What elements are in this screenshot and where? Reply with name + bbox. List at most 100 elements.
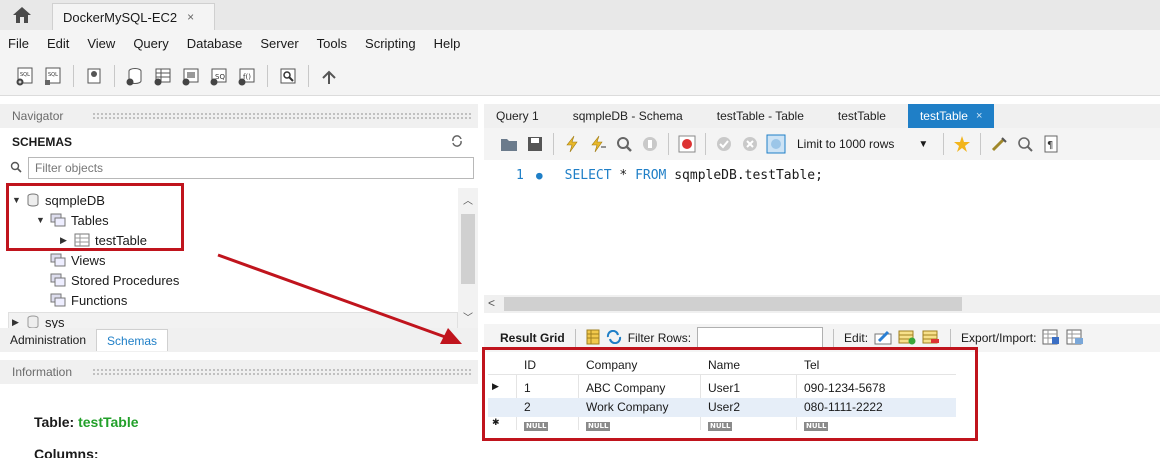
menu-file[interactable]: File — [8, 36, 29, 51]
connection-tab-label: DockerMySQL-EC2 — [63, 9, 178, 25]
navigator-title: Navigator — [12, 109, 64, 123]
title-bar: DockerMySQL-EC2 × — [0, 0, 1160, 30]
menu-server[interactable]: Server — [260, 36, 298, 51]
result-grid-label[interactable]: Result Grid — [500, 331, 565, 345]
navigator-header: Navigator — [0, 104, 478, 128]
limit-rows-select[interactable]: Limit to 1000 rows — [791, 133, 900, 155]
menu-scripting[interactable]: Scripting — [365, 36, 416, 51]
toolbar-divider — [574, 329, 576, 347]
open-folder-icon[interactable] — [498, 133, 520, 155]
header-dots — [92, 112, 472, 120]
tab-query-1[interactable]: Query 1 — [484, 104, 551, 128]
create-view-icon[interactable] — [180, 65, 202, 87]
connection-tab[interactable]: DockerMySQL-EC2 × — [52, 3, 215, 30]
execute-current-icon[interactable] — [587, 133, 609, 155]
procedures-folder-icon — [50, 273, 66, 287]
editor-tabs: Query 1 sqmpleDB - Schema testTable - Ta… — [484, 104, 1160, 128]
tree-label: Functions — [71, 292, 128, 308]
export-icon[interactable] — [1042, 329, 1060, 348]
annotation-box-tree — [6, 183, 184, 251]
svg-text:SQL: SQL — [20, 72, 30, 78]
add-snippet-icon[interactable] — [951, 133, 973, 155]
stop-on-error-icon[interactable] — [676, 133, 698, 155]
collapsed-arrow-icon[interactable]: ▶ — [12, 317, 24, 328]
new-sql-tab-icon[interactable]: SQL — [14, 65, 36, 87]
tab-testtable-active[interactable]: testTable × — [907, 104, 995, 128]
tree-item-views[interactable]: Views — [48, 250, 105, 270]
toolbar-divider — [308, 64, 309, 87]
create-schema-icon[interactable] — [124, 65, 146, 87]
scrollbar-thumb[interactable] — [461, 214, 475, 284]
commit-icon[interactable] — [713, 133, 735, 155]
sql-table-ref: sqmpleDB.testTable; — [666, 168, 823, 183]
scroll-up-icon[interactable]: ︿ — [463, 192, 473, 207]
toolbar-divider — [980, 133, 982, 155]
find-icon[interactable] — [1014, 133, 1036, 155]
filter-rows-input[interactable] — [697, 327, 824, 349]
menu-query[interactable]: Query — [133, 36, 168, 51]
code-line: 1 ● SELECT * FROM sqmpleDB.testTable; — [516, 168, 823, 183]
export-import-label: Export/Import: — [961, 331, 1037, 345]
reconnect-icon[interactable] — [318, 65, 340, 87]
information-title: Information — [12, 365, 73, 379]
create-table-icon[interactable] — [152, 65, 174, 87]
navigator-scrollbar[interactable]: ︿ ﹀ — [458, 188, 478, 328]
schemas-label: SCHEMAS — [12, 135, 73, 149]
tree-item-functions[interactable]: Functions — [48, 290, 127, 310]
svg-text:¶: ¶ — [1047, 140, 1053, 151]
info-table-line: Table: testTable — [34, 414, 139, 430]
menu-tools[interactable]: Tools — [317, 36, 347, 51]
refresh-icon[interactable] — [450, 134, 464, 151]
close-icon[interactable]: × — [187, 10, 194, 24]
scroll-left-icon[interactable]: < — [488, 296, 495, 310]
sql-editor[interactable]: 1 ● SELECT * FROM sqmpleDB.testTable; — [484, 160, 1160, 295]
open-sql-script-icon[interactable]: SQL — [42, 65, 64, 87]
stop-icon[interactable] — [639, 133, 661, 155]
home-icon[interactable] — [10, 5, 34, 25]
tab-table-editor[interactable]: testTable - Table — [705, 104, 816, 128]
explain-icon[interactable] — [613, 133, 635, 155]
tree-label: Views — [71, 252, 106, 268]
menu-view[interactable]: View — [87, 36, 115, 51]
menu-database[interactable]: Database — [187, 36, 243, 51]
functions-folder-icon — [50, 293, 66, 307]
grid-view-icon[interactable] — [586, 329, 600, 348]
insert-row-icon[interactable] — [898, 329, 916, 348]
close-icon[interactable]: × — [976, 110, 982, 122]
navigator-tabs: Administration Schemas — [0, 328, 478, 352]
tab-administration[interactable]: Administration — [0, 329, 96, 351]
tree-item-stored-procedures[interactable]: Stored Procedures — [48, 270, 179, 290]
create-procedure-icon[interactable]: SQ — [208, 65, 230, 87]
execute-icon[interactable] — [561, 133, 583, 155]
autocommit-icon[interactable] — [765, 133, 787, 155]
filter-row: Filter objects — [0, 156, 478, 180]
inspector-icon[interactable] — [83, 65, 105, 87]
beautify-icon[interactable] — [988, 133, 1010, 155]
sql-star: * — [611, 168, 636, 183]
search-icon — [10, 161, 22, 176]
refresh-icon[interactable] — [606, 329, 622, 347]
filter-objects-input[interactable]: Filter objects — [28, 157, 474, 179]
create-function-icon[interactable]: f() — [236, 65, 258, 87]
scroll-down-icon[interactable]: ﹀ — [463, 309, 473, 324]
tab-testtable[interactable]: testTable — [826, 104, 898, 128]
editor-horizontal-scrollbar[interactable]: < — [484, 295, 1160, 313]
scrollbar-thumb[interactable] — [504, 297, 962, 311]
save-icon[interactable] — [524, 133, 546, 155]
menu-help[interactable]: Help — [434, 36, 461, 51]
chevron-down-icon[interactable]: ▼ — [918, 139, 928, 150]
schemas-header: SCHEMAS — [0, 128, 478, 156]
import-icon[interactable] — [1066, 329, 1084, 348]
filter-rows-label: Filter Rows: — [627, 331, 692, 345]
delete-row-icon[interactable] — [922, 329, 940, 348]
edit-row-icon[interactable] — [874, 329, 892, 348]
toolbar-divider — [553, 133, 554, 155]
tab-schemas[interactable]: Schemas — [96, 329, 169, 351]
search-data-icon[interactable] — [277, 65, 299, 87]
menu-edit[interactable]: Edit — [47, 36, 69, 51]
invisible-chars-icon[interactable]: ¶ — [1040, 133, 1062, 155]
rollback-icon[interactable] — [739, 133, 761, 155]
sql-keyword-select: SELECT — [564, 168, 612, 183]
tab-schema[interactable]: sqmpleDB - Schema — [561, 104, 695, 128]
menu-bar: File Edit View Query Database Server Too… — [0, 30, 1160, 56]
